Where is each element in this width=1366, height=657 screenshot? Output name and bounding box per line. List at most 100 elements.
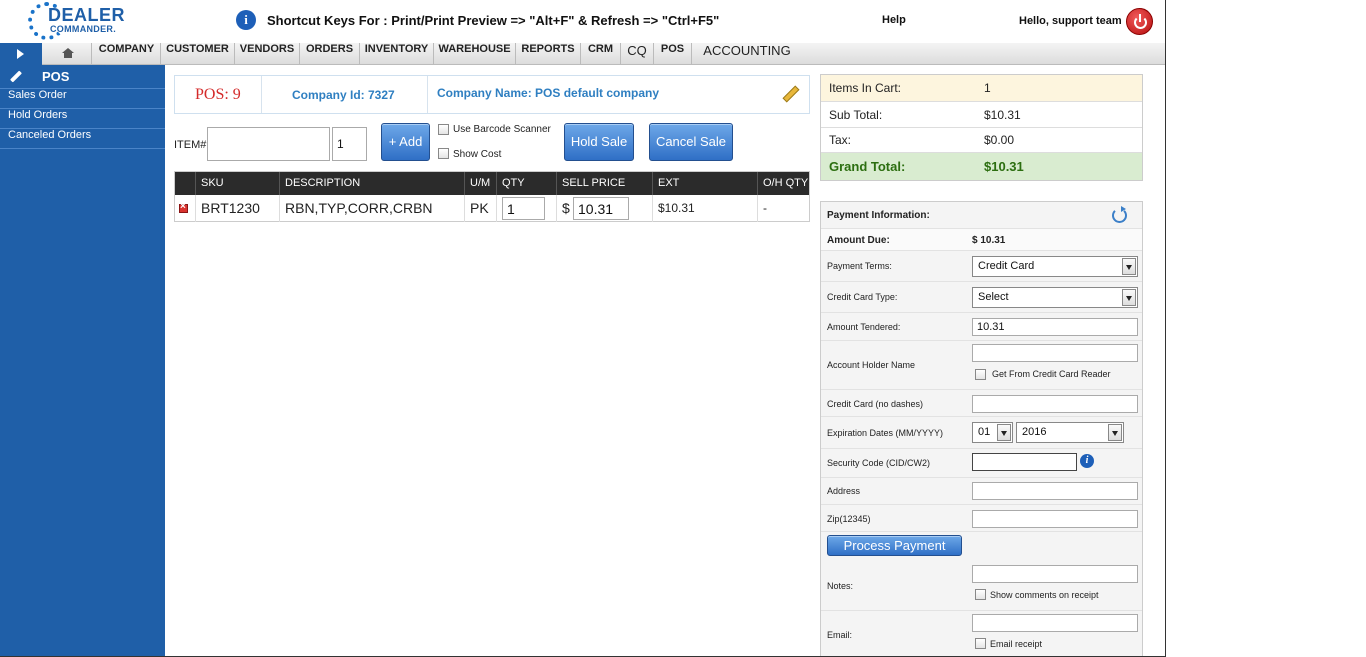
cc-reader-checkbox[interactable]: [975, 369, 986, 380]
amount-tendered-row: Amount Tendered:: [821, 313, 1142, 341]
nav-inventory[interactable]: INVENTORY: [360, 43, 434, 65]
address-row: Address: [821, 478, 1142, 505]
nav-orders[interactable]: ORDERS: [300, 43, 360, 65]
notes-input[interactable]: [972, 565, 1138, 583]
credit-card-input[interactable]: [972, 395, 1138, 413]
table-cell-oh-qty: -: [763, 201, 767, 215]
currency-symbol: $: [562, 200, 570, 216]
payment-title: Payment Information:: [827, 210, 930, 221]
nav-pos[interactable]: POS: [654, 43, 692, 65]
email-input[interactable]: [972, 614, 1138, 632]
payment-terms-select[interactable]: Credit Card: [972, 256, 1138, 277]
payment-terms-row: Payment Terms: Credit Card: [821, 251, 1142, 282]
pos-number-cell: POS: 9: [175, 76, 262, 113]
barcode-scanner-checkbox[interactable]: [438, 124, 449, 135]
logo-text-line2: COMMANDER.: [50, 24, 116, 34]
subtotal-row: Sub Total: $10.31: [821, 102, 1142, 128]
cc-type-row: Credit Card Type: Select: [821, 282, 1142, 313]
email-row: Email: Email receipt: [821, 611, 1142, 656]
items-in-cart-value: 1: [984, 81, 991, 95]
item-qty-input[interactable]: [332, 127, 367, 161]
amount-due-value: $ 10.31: [972, 235, 1006, 246]
amount-tendered-label: Amount Tendered:: [827, 322, 901, 332]
add-item-button[interactable]: + Add: [381, 123, 430, 161]
row-qty-input[interactable]: [502, 197, 545, 220]
cart-items-table: SKU DESCRIPTION U/M QTY SELL PRICE EXT O…: [174, 171, 810, 222]
nav-accounting[interactable]: ACCOUNTING: [692, 43, 802, 65]
security-code-info-icon[interactable]: i: [1080, 454, 1094, 468]
security-code-input[interactable]: [972, 453, 1077, 471]
exp-year-value: 2016: [1022, 426, 1047, 438]
sidebar-item-canceled-orders[interactable]: Canceled Orders: [0, 129, 165, 149]
refresh-icon[interactable]: [1112, 206, 1127, 223]
credit-card-row: Credit Card (no dashes): [821, 390, 1142, 417]
show-cost-checkbox[interactable]: [438, 148, 449, 159]
pos-info-bar: POS: 9 Company Id: 7327 Company Name: PO…: [174, 75, 810, 114]
company-id-cell: Company Id: 7327: [262, 76, 428, 113]
process-payment-button[interactable]: Process Payment: [827, 535, 962, 556]
notes-label: Notes:: [827, 581, 854, 591]
nav-vendors[interactable]: VENDORS: [235, 43, 300, 65]
table-header-description: DESCRIPTION: [280, 172, 465, 195]
zip-row: Zip(12345): [821, 505, 1142, 532]
chevron-down-icon: [1108, 424, 1122, 441]
sidebar-item-sales-order[interactable]: Sales Order: [0, 89, 165, 109]
address-label: Address: [827, 486, 861, 496]
nav-warehouse[interactable]: WAREHOUSE: [434, 43, 516, 65]
top-header: DEALER COMMANDER. i Shortcut Keys For : …: [0, 0, 1165, 43]
nav-reports[interactable]: REPORTS: [516, 43, 581, 65]
logo-text-line1: DEALER: [48, 5, 126, 25]
nav-customer[interactable]: CUSTOMER: [161, 43, 235, 65]
credit-card-label: Credit Card (no dashes): [827, 399, 924, 409]
sidebar-toggle-button[interactable]: [0, 43, 42, 65]
sidebar-item-hold-orders[interactable]: Hold Orders: [0, 109, 165, 129]
exp-month-select[interactable]: 01: [972, 422, 1013, 443]
exp-year-select[interactable]: 2016: [1016, 422, 1124, 443]
table-header-oh-qty: O/H QTY: [758, 172, 809, 195]
help-link[interactable]: Help: [882, 14, 906, 26]
pos-number: POS: 9: [195, 86, 241, 103]
logout-power-icon[interactable]: [1126, 8, 1153, 35]
payment-terms-value: Credit Card: [978, 260, 1035, 272]
delete-row-icon[interactable]: [179, 201, 188, 213]
cc-type-value: Select: [978, 291, 1009, 303]
table-cell-description: RBN,TYP,CORR,CRBN: [280, 195, 465, 222]
sidebar-header: POS: [0, 65, 165, 89]
barcode-scanner-label: Use Barcode Scanner: [453, 124, 551, 135]
nav-company[interactable]: COMPANY: [93, 43, 161, 65]
account-holder-input[interactable]: [972, 344, 1138, 362]
tax-label: Tax:: [829, 133, 852, 147]
amount-tendered-input[interactable]: [972, 318, 1138, 336]
home-button[interactable]: [42, 43, 92, 65]
table-cell-um: PK: [465, 195, 497, 222]
table-cell-sell-price: $: [557, 195, 653, 222]
address-input[interactable]: [972, 482, 1138, 500]
table-header-sku: SKU: [196, 172, 280, 195]
nav-cq[interactable]: CQ: [621, 43, 654, 65]
items-in-cart-label: Items In Cart:: [829, 81, 902, 95]
security-code-label: Security Code (CID/CW2): [827, 458, 931, 468]
amount-due-row: Amount Due: $ 10.31: [821, 229, 1142, 251]
zip-input[interactable]: [972, 510, 1138, 528]
payment-panel: Payment Information: Amount Due: $ 10.31…: [820, 201, 1143, 656]
info-icon: i: [236, 10, 256, 30]
shortcut-keys-text: Shortcut Keys For : Print/Print Preview …: [267, 13, 720, 28]
dealer-commander-logo[interactable]: DEALER COMMANDER.: [28, 2, 138, 42]
home-icon-base: [64, 53, 72, 58]
nav-crm[interactable]: CRM: [581, 43, 621, 65]
company-name: Company Name: POS default company: [437, 86, 660, 100]
edit-pencil-icon[interactable]: [781, 85, 797, 103]
cc-type-select[interactable]: Select: [972, 287, 1138, 308]
subtotal-value: $10.31: [984, 108, 1021, 122]
hold-sale-button[interactable]: Hold Sale: [564, 123, 634, 161]
table-header-ext: EXT: [653, 172, 758, 195]
item-number-input[interactable]: [207, 127, 330, 161]
cancel-sale-button[interactable]: Cancel Sale: [649, 123, 733, 161]
company-id: Company Id: 7327: [292, 88, 395, 102]
show-comments-checkbox[interactable]: [975, 589, 986, 600]
table-cell-sku: BRT1230: [196, 195, 280, 222]
app-window: DEALER COMMANDER. i Shortcut Keys For : …: [0, 0, 1166, 657]
table-header-action: [175, 172, 196, 195]
email-receipt-checkbox[interactable]: [975, 638, 986, 649]
row-price-input[interactable]: [573, 197, 629, 220]
